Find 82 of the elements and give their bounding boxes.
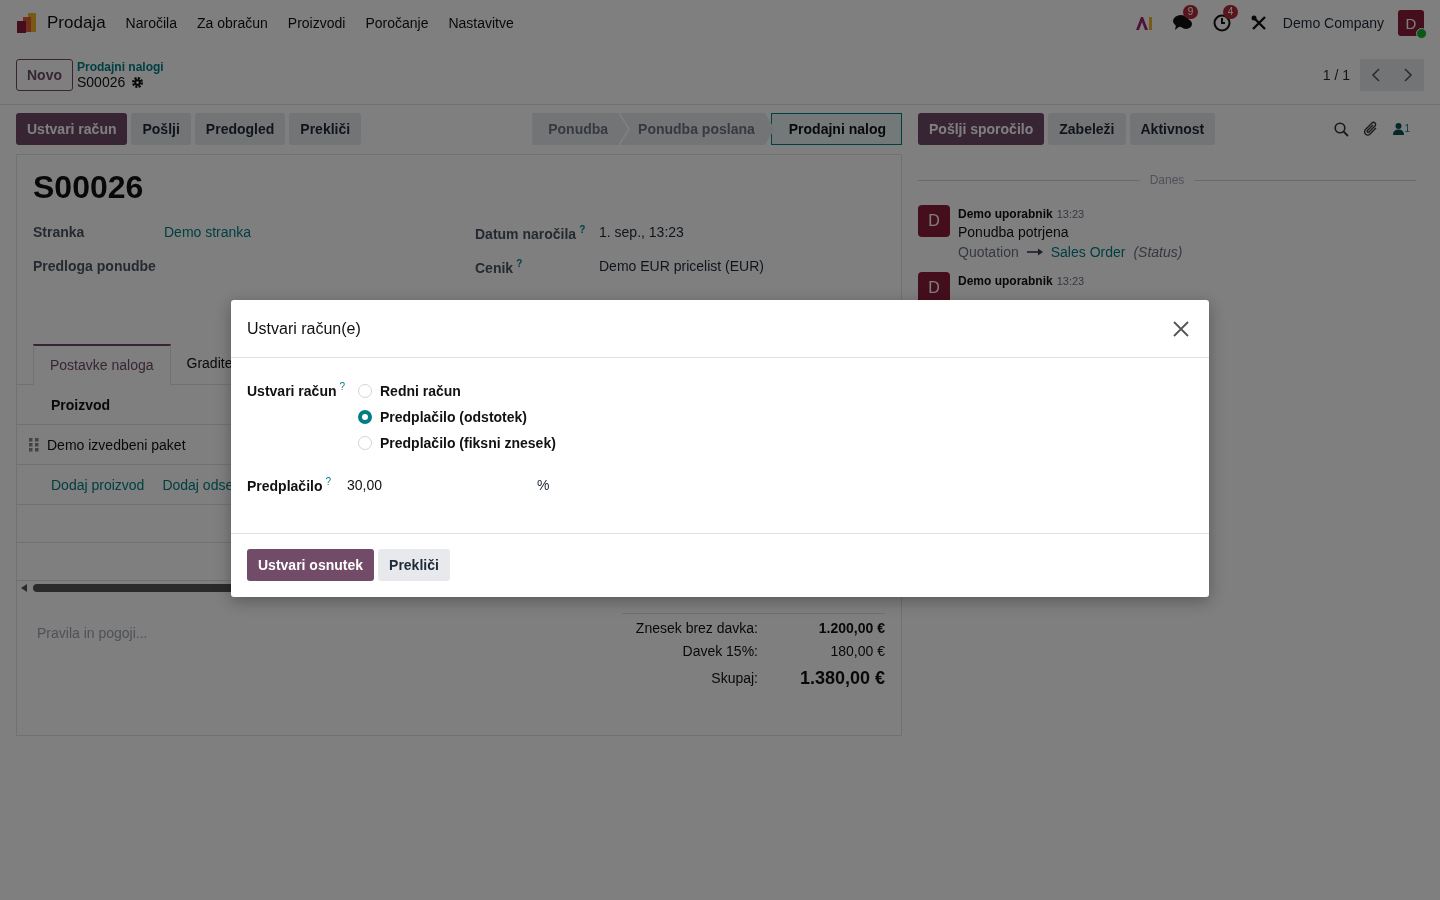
help-mark[interactable]: ? [579, 224, 586, 235]
menu-item[interactable]: Nastavitve [438, 15, 524, 31]
unit-label: % [537, 477, 550, 493]
app-name[interactable]: Prodaja [47, 13, 106, 33]
action-button[interactable]: Pošlji [131, 113, 191, 145]
breadcrumb-link[interactable]: Prodajni nalogi [77, 60, 164, 74]
help-mark[interactable]: ? [325, 476, 332, 488]
count-badge: 9 [1182, 5, 1199, 19]
field-label: Datum naročila [475, 225, 577, 242]
user-avatar[interactable]: D [1398, 10, 1424, 36]
option-label[interactable]: Redni račun [380, 383, 461, 399]
action-button[interactable]: Predogled [194, 113, 286, 145]
action-button[interactable]: Prekliči [289, 113, 362, 145]
field-value: Demo EUR pricelist (EUR) [599, 258, 764, 274]
record-title: S00026 [33, 169, 145, 206]
author-name: Demo uporabnik [958, 274, 1053, 288]
chatter-button[interactable]: Aktivnost [1129, 113, 1216, 145]
radio-button[interactable] [358, 410, 372, 424]
total-label: Znesek brez davka: [634, 619, 758, 636]
arrow-icon [1026, 248, 1043, 256]
chatter-button[interactable]: Zabeleži [1048, 113, 1126, 145]
option-label[interactable]: Predplačilo (odstotek) [380, 409, 528, 425]
chatter-button[interactable]: Pošlji sporočilo [918, 113, 1045, 145]
field-label: Stranka [33, 224, 85, 240]
new-button[interactable]: Novo [16, 59, 73, 91]
status-stage[interactable]: Ponudba poslana [620, 113, 775, 145]
chevron-right-icon[interactable] [1403, 67, 1413, 83]
help-mark[interactable]: ? [516, 258, 523, 269]
help-mark[interactable]: ? [339, 381, 346, 392]
search-icon[interactable] [1334, 121, 1350, 137]
ai-icon[interactable] [1134, 16, 1153, 30]
add-line-link[interactable]: Dodaj odse [162, 476, 234, 493]
add-line-link[interactable]: Dodaj proizvod [51, 476, 145, 493]
field-value[interactable]: Demo stranka [164, 224, 252, 240]
total-label: Davek 15%: [681, 642, 758, 659]
total-value: 1.380,00 € [798, 667, 885, 689]
company-switcher[interactable]: Demo Company [1282, 15, 1384, 31]
table-cell: Demo izvedbeni paket [47, 436, 186, 453]
amount-field[interactable]: 30,00 [347, 473, 537, 497]
field-label: Predloga ponudbe [33, 258, 156, 274]
chevron-left-icon[interactable] [1371, 67, 1381, 83]
old-value: Quotation [958, 244, 1019, 260]
new-value: Sales Order [1050, 244, 1126, 260]
message-body: Ponudba potrjena [958, 224, 1070, 240]
clock-icon[interactable] [1212, 14, 1231, 32]
dialog-title: Ustvari račun(e) [247, 319, 361, 338]
chat-icon[interactable] [1172, 14, 1193, 32]
message-time: 13:23 [1056, 275, 1085, 287]
pager-value[interactable]: 1 / 1 [1322, 67, 1350, 83]
author-name: Demo uporabnik [958, 207, 1053, 221]
scroll-left-icon[interactable] [21, 584, 27, 592]
dialog-button[interactable]: Prekliči [378, 549, 450, 581]
dialog-button[interactable]: Ustvari osnutek [247, 549, 375, 581]
follower-count[interactable]: 1 [1404, 123, 1410, 134]
count-badge: 4 [1222, 5, 1239, 19]
drag-handle-icon[interactable] [29, 437, 39, 452]
field-value: 1. sep., 13:23 [599, 224, 684, 240]
status-stage[interactable]: Prodajni nalog [770, 113, 902, 145]
option-label[interactable]: Predplačilo (fiksni znesek) [380, 435, 556, 451]
notebook-tab[interactable]: Postavke naloga [33, 344, 171, 385]
message-time: 13:23 [1056, 208, 1085, 220]
field-label: Predplačilo [247, 477, 323, 494]
menu-item[interactable]: Naročila [115, 15, 187, 31]
author-avatar: D [918, 205, 950, 237]
menu-item[interactable]: Poročanje [355, 15, 439, 31]
action-button[interactable]: Ustvari račun [16, 113, 128, 145]
logo-icon[interactable] [16, 12, 38, 34]
person-icon [1393, 123, 1405, 135]
online-status-icon [1416, 28, 1427, 39]
total-value: 1.200,00 € [817, 619, 885, 636]
menu-item[interactable]: Za obračun [186, 15, 278, 31]
tools-icon[interactable] [1250, 15, 1267, 31]
total-label: Skupaj: [710, 670, 758, 686]
menu-item[interactable]: Proizvodi [277, 15, 356, 31]
field-name: (Status) [1133, 244, 1183, 260]
field-label: Cenik [475, 259, 514, 276]
field-label: Ustvari račun [247, 382, 337, 399]
record-name: S00026 [77, 74, 126, 90]
column-header[interactable]: Proizvod [51, 396, 111, 413]
total-value: 180,00 € [829, 642, 885, 659]
gear-icon[interactable] [131, 75, 145, 89]
status-stage[interactable]: Ponudba [532, 113, 629, 145]
